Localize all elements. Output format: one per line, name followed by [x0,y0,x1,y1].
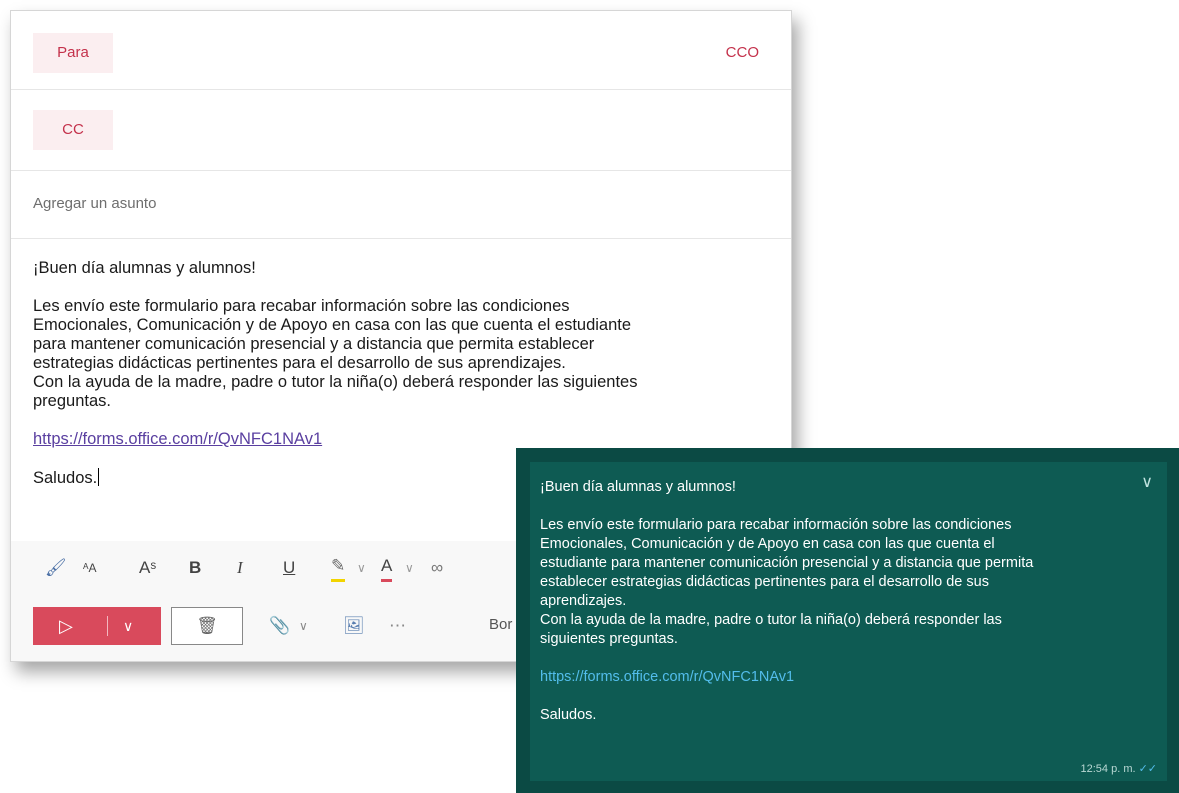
send-icon: ▷ [59,616,73,636]
chevron-down-icon[interactable]: ∨ [405,557,414,579]
message-greeting: ¡Buen día alumnas y alumnos! [540,479,736,495]
to-row: Para CCO [11,11,791,90]
whatsapp-message-screenshot: ∨ ¡Buen día alumnas y alumnos! Les envío… [516,448,1179,793]
text-caret [98,468,100,486]
message-timestamp: 12:54 p. m. ✓✓ [1081,762,1157,775]
form-link[interactable]: https://forms.office.com/r/QvNFC1NAv1 [33,430,773,449]
body-line: para mantener comunicación presencial y … [33,335,595,353]
body-line: Emocionales, Comunicación y de Apoyo en … [33,316,632,334]
more-options-icon[interactable]: ⋯ [389,615,406,637]
subject-placeholder: Agregar un asunto [33,195,157,212]
message-bubble: ∨ ¡Buen día alumnas y alumnos! Les envío… [530,462,1167,781]
attach-icon[interactable]: 📎 [269,615,290,637]
highlight-icon[interactable]: ✎ [331,557,346,582]
bold-icon[interactable]: B [189,557,201,579]
message-link[interactable]: https://forms.office.com/r/QvNFC1NAv1 [540,668,1150,687]
font-size-decrease-icon[interactable]: ᴬA [83,557,96,579]
message-line: establecer estrategias didácticas pertin… [540,574,989,590]
cc-row: CC [11,90,791,171]
underline-icon[interactable]: U [283,557,295,579]
link-icon[interactable]: ∞ [431,557,443,579]
message-time: 12:54 p. m. [1080,763,1136,775]
chevron-down-icon[interactable]: ∨ [299,615,308,637]
message-line: estudiante para mantener comunicación pr… [540,555,1034,571]
body-closing-text: Saludos. [33,469,98,487]
message-line: aprendizajes. [540,593,627,609]
font-color-icon[interactable]: A [381,557,393,582]
message-closing: Saludos. [540,707,597,723]
chevron-down-icon[interactable]: ∨ [357,557,366,579]
subject-field[interactable]: Agregar un asunto [11,171,791,239]
insert-image-icon[interactable]: 🖼 [343,615,365,637]
message-line: Emocionales, Comunicación y de Apoyo en … [540,536,995,552]
cc-button[interactable]: CC [33,110,113,150]
trash-icon: 🗑 [196,616,218,635]
bcc-button[interactable]: CCO [726,44,759,61]
to-button[interactable]: Para [33,33,113,73]
format-painter-icon[interactable]: 🖌 [45,557,67,579]
discard-draft-label[interactable]: Bor [489,616,512,633]
body-line: Con la ayuda de la madre, padre o tutor … [33,373,638,391]
send-divider [107,616,108,636]
message-line: Con la ayuda de la madre, padre o tutor … [540,612,1002,628]
body-greeting: ¡Buen día alumnas y alumnos! [33,259,256,277]
discard-button[interactable]: 🗑 [171,607,243,645]
message-line: Les envío este formulario para recabar i… [540,517,1012,533]
message-line: siguientes preguntas. [540,631,678,647]
body-line: estrategias didácticas pertinentes para … [33,354,566,372]
chevron-down-icon[interactable]: ∨ [123,607,133,645]
italic-icon[interactable]: I [237,557,243,579]
font-size-increase-icon[interactable]: Aˢ [139,557,156,579]
body-line: Les envío este formulario para recabar i… [33,297,570,315]
send-button[interactable]: ▷ ∨ [33,607,161,645]
read-receipt-icon: ✓✓ [1138,763,1157,775]
body-line: preguntas. [33,392,111,410]
message-text: ¡Buen día alumnas y alumnos! Les envío e… [540,478,1150,725]
